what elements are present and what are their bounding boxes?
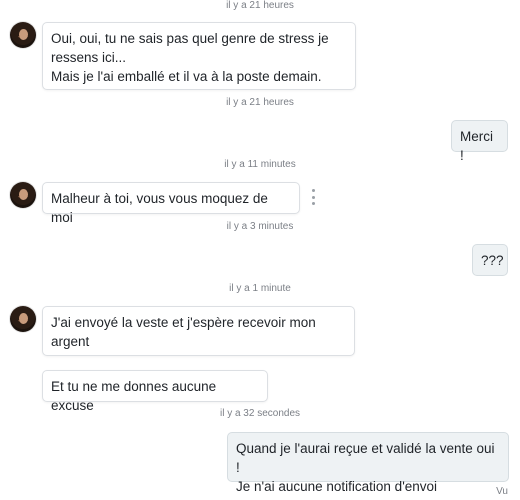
message-bubble-incoming[interactable]: Malheur à toi, vous vous moquez de moi: [42, 182, 300, 225]
message-bubble-incoming[interactable]: Et tu ne me donnes aucune excuse: [42, 370, 268, 413]
read-receipt: Vu: [496, 486, 508, 497]
more-vertical-icon[interactable]: [310, 189, 316, 205]
contact-avatar[interactable]: [10, 22, 36, 48]
timestamp: il y a 32 secondes: [219, 408, 301, 419]
timestamp: il y a 3 minutes: [226, 221, 294, 232]
timestamp: il y a 11 minutes: [224, 159, 296, 170]
timestamp: il y a 21 heures: [226, 0, 294, 11]
message-bubble-outgoing[interactable]: Quand je l'aurai reçue et validé la vent…: [227, 432, 509, 494]
message-bubble-incoming[interactable]: J'ai envoyé la veste et j'espère recevoi…: [42, 306, 355, 356]
contact-avatar[interactable]: [10, 182, 36, 208]
message-bubble-outgoing[interactable]: Merci !: [451, 120, 508, 163]
message-bubble-incoming[interactable]: Oui, oui, tu ne sais pas quel genre de s…: [42, 22, 356, 90]
timestamp: il y a 21 heures: [226, 97, 294, 108]
timestamp: il y a 1 minute: [229, 283, 291, 294]
chat-thread: il y a 21 heures Oui, oui, tu ne sais pa…: [0, 0, 520, 500]
message-bubble-outgoing[interactable]: ???: [472, 244, 508, 276]
contact-avatar[interactable]: [10, 306, 36, 332]
